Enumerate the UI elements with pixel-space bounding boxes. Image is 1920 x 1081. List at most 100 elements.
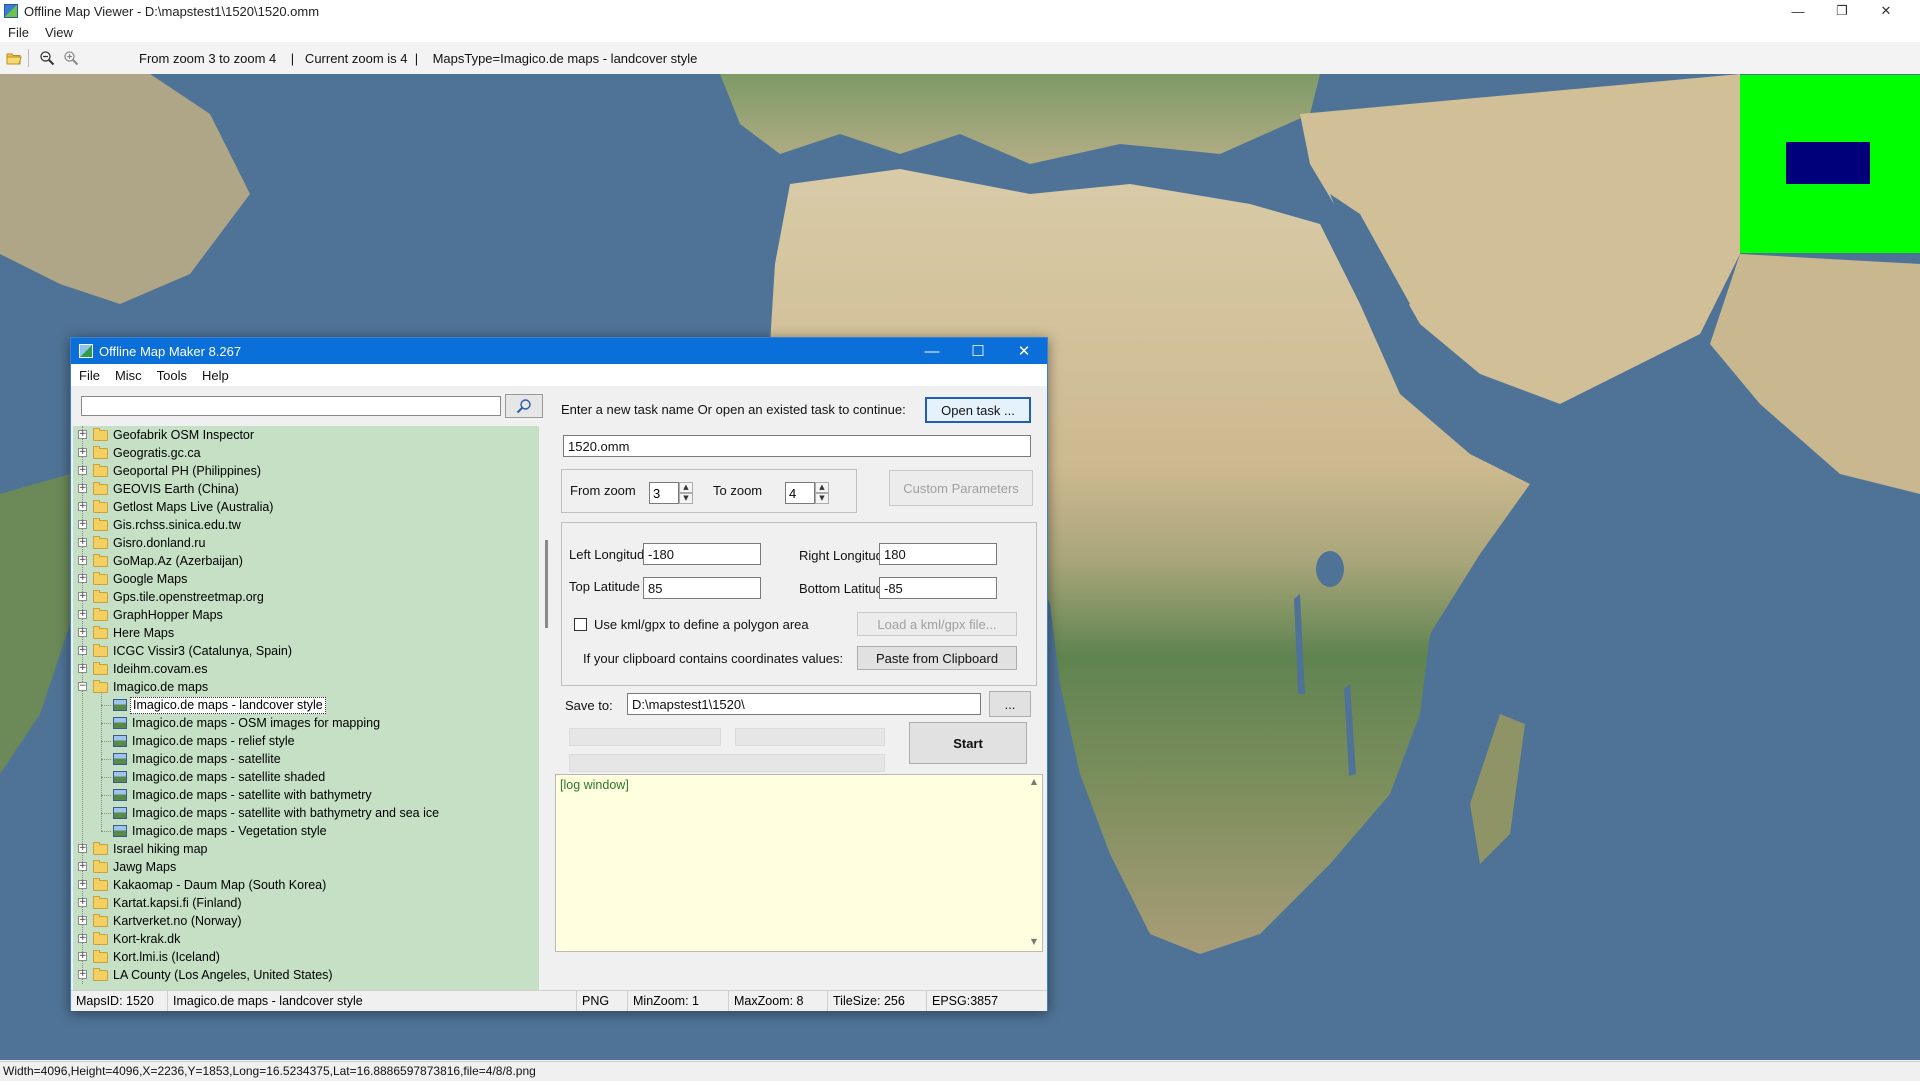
expand-icon[interactable]: +: [78, 646, 87, 655]
expand-icon[interactable]: +: [78, 502, 87, 511]
tree-folder-item[interactable]: + GraphHopper Maps: [73, 606, 539, 624]
expand-icon[interactable]: +: [78, 628, 87, 637]
minimize-icon[interactable]: —: [1776, 0, 1820, 22]
scroll-up-icon[interactable]: ▲: [1028, 777, 1040, 789]
dialog-menu-misc[interactable]: Misc: [107, 368, 149, 383]
dialog-titlebar[interactable]: Offline Map Maker 8.267 — ☐ ✕: [71, 338, 1047, 364]
expand-icon[interactable]: +: [78, 844, 87, 853]
close-icon[interactable]: ✕: [1864, 0, 1908, 22]
use-kml-checkbox[interactable]: [574, 618, 587, 631]
expand-icon[interactable]: +: [78, 952, 87, 961]
expand-icon[interactable]: +: [78, 592, 87, 601]
minimap-viewport[interactable]: [1786, 142, 1870, 184]
browse-button[interactable]: ...: [989, 691, 1031, 717]
tree-folder-item[interactable]: + Getlost Maps Live (Australia): [73, 498, 539, 516]
tree-scrollbar-thumb[interactable]: [545, 540, 548, 628]
expand-icon[interactable]: +: [78, 610, 87, 619]
tree-folder-item[interactable]: + Geofabrik OSM Inspector: [73, 426, 539, 444]
custom-parameters-button[interactable]: Custom Parameters: [889, 470, 1033, 506]
tree-map-item[interactable]: Imagico.de maps - OSM images for mapping: [73, 714, 539, 732]
restore-icon[interactable]: ❐: [1820, 0, 1864, 22]
to-zoom-value[interactable]: 4: [785, 482, 815, 504]
from-zoom-value[interactable]: 3: [649, 482, 679, 504]
menu-file[interactable]: File: [0, 25, 37, 40]
tree-folder-item[interactable]: + Kartverket.no (Norway): [73, 912, 539, 930]
tree-map-item[interactable]: Imagico.de maps - satellite: [73, 750, 539, 768]
tree-folder-item[interactable]: + Kort.lmi.is (Iceland): [73, 948, 539, 966]
tree-folder-item[interactable]: + Ideihm.covam.es: [73, 660, 539, 678]
tree-folder-item[interactable]: + GoMap.Az (Azerbaijan): [73, 552, 539, 570]
spin-down-icon[interactable]: ▼: [815, 493, 829, 504]
maps-tree[interactable]: + Geofabrik OSM Inspector + Geogratis.gc.ca…: [73, 426, 539, 990]
expand-icon[interactable]: +: [78, 448, 87, 457]
spin-up-icon[interactable]: ▲: [679, 482, 693, 493]
open-folder-icon[interactable]: [4, 48, 24, 68]
collapse-icon[interactable]: −: [78, 682, 87, 691]
dialog-menu-tools[interactable]: Tools: [149, 368, 194, 383]
tree-folder-item[interactable]: + Geoportal PH (Philippines): [73, 462, 539, 480]
overview-minimap[interactable]: [1740, 75, 1920, 253]
tree-folder-item[interactable]: − Imagico.de maps: [73, 678, 539, 696]
from-zoom-spinner[interactable]: 3 ▲ ▼: [649, 482, 693, 504]
tree-map-item[interactable]: Imagico.de maps - satellite with bathyme…: [73, 786, 539, 804]
tree-folder-item[interactable]: + Gisro.donland.ru: [73, 534, 539, 552]
tree-folder-item[interactable]: + LA County (Los Angeles, United States): [73, 966, 539, 984]
maps-search-input[interactable]: [81, 396, 501, 416]
expand-icon[interactable]: +: [78, 916, 87, 925]
tree-folder-item[interactable]: + Google Maps: [73, 570, 539, 588]
tree-map-item[interactable]: Imagico.de maps - Vegetation style: [73, 822, 539, 840]
menu-view[interactable]: View: [37, 25, 81, 40]
tree-map-item[interactable]: Imagico.de maps - relief style: [73, 732, 539, 750]
expand-icon[interactable]: +: [78, 862, 87, 871]
dialog-menu-help[interactable]: Help: [194, 368, 236, 383]
log-window[interactable]: [log window] ▲ ▼: [555, 774, 1043, 952]
expand-icon[interactable]: +: [78, 664, 87, 673]
dialog-close-icon[interactable]: ✕: [1001, 338, 1047, 364]
expand-icon[interactable]: +: [78, 538, 87, 547]
start-button[interactable]: Start: [909, 722, 1027, 764]
tree-folder-item[interactable]: + ICGC Vissir3 (Catalunya, Spain): [73, 642, 539, 660]
zoom-out-icon[interactable]: [37, 48, 57, 68]
zoom-in-icon[interactable]: [61, 48, 81, 68]
tree-map-item[interactable]: Imagico.de maps - satellite with bathyme…: [73, 804, 539, 822]
spin-down-icon[interactable]: ▼: [679, 493, 693, 504]
spin-up-icon[interactable]: ▲: [815, 482, 829, 493]
tree-map-item[interactable]: Imagico.de maps - landcover style: [73, 696, 539, 714]
top-latitude-field[interactable]: 85: [643, 577, 761, 599]
expand-icon[interactable]: +: [78, 556, 87, 565]
left-longitude-field[interactable]: -180: [643, 543, 761, 565]
expand-icon[interactable]: +: [78, 430, 87, 439]
dialog-menu-file[interactable]: File: [71, 368, 107, 383]
tree-folder-item[interactable]: + Kartat.kapsi.fi (Finland): [73, 894, 539, 912]
tree-folder-item[interactable]: + Gis.rchss.sinica.edu.tw: [73, 516, 539, 534]
tree-folder-item[interactable]: + Geogratis.gc.ca: [73, 444, 539, 462]
paste-from-clipboard-button[interactable]: Paste from Clipboard: [857, 646, 1017, 670]
tree-folder-item[interactable]: + Kakaomap - Daum Map (South Korea): [73, 876, 539, 894]
search-button[interactable]: [505, 394, 543, 418]
scroll-down-icon[interactable]: ▼: [1028, 937, 1040, 949]
open-task-button[interactable]: Open task ...: [925, 397, 1031, 423]
expand-icon[interactable]: +: [78, 880, 87, 889]
expand-icon[interactable]: +: [78, 898, 87, 907]
dialog-minimize-icon[interactable]: —: [909, 338, 955, 364]
expand-icon[interactable]: +: [78, 970, 87, 979]
to-zoom-spinner[interactable]: 4 ▲ ▼: [785, 482, 829, 504]
expand-icon[interactable]: +: [78, 574, 87, 583]
tree-folder-item[interactable]: + GEOVIS Earth (China): [73, 480, 539, 498]
tree-folder-item[interactable]: + Kort-krak.dk: [73, 930, 539, 948]
expand-icon[interactable]: +: [78, 466, 87, 475]
right-longitude-field[interactable]: 180: [879, 543, 997, 565]
tree-folder-item[interactable]: + Jawg Maps: [73, 858, 539, 876]
expand-icon[interactable]: +: [78, 934, 87, 943]
tree-folder-item[interactable]: + Israel hiking map: [73, 840, 539, 858]
tree-folder-item[interactable]: + Gps.tile.openstreetmap.org: [73, 588, 539, 606]
tree-map-item[interactable]: Imagico.de maps - satellite shaded: [73, 768, 539, 786]
dialog-maximize-icon[interactable]: ☐: [955, 338, 1001, 364]
expand-icon[interactable]: +: [78, 520, 87, 529]
save-path-field[interactable]: D:\mapstest1\1520\: [627, 693, 981, 715]
tree-folder-item[interactable]: + Here Maps: [73, 624, 539, 642]
expand-icon[interactable]: +: [78, 484, 87, 493]
bottom-latitude-field[interactable]: -85: [879, 577, 997, 599]
load-kml-button[interactable]: Load a kml/gpx file...: [857, 612, 1017, 636]
task-name-field[interactable]: 1520.omm: [563, 435, 1031, 457]
